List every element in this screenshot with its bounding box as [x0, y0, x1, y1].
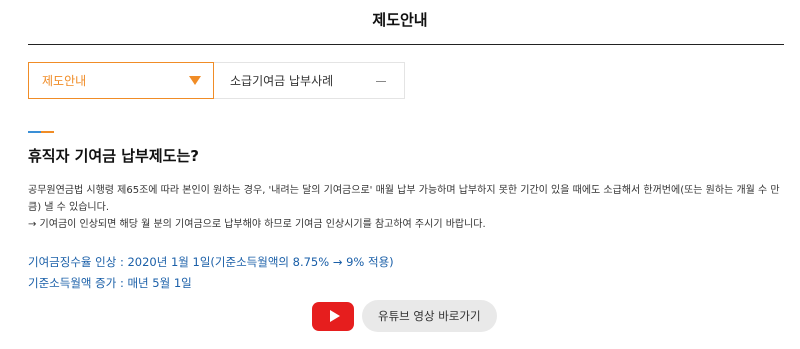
page-title: 제도안내: [372, 11, 428, 29]
section-accent-bar: [28, 131, 54, 133]
base-income-note: 기준소득월액 증가 : 매년 5월 1일: [28, 276, 192, 290]
youtube-video-button[interactable]: 유튜브 영상 바로가기: [362, 300, 497, 332]
minus-icon: [376, 81, 386, 82]
youtube-icon[interactable]: [312, 301, 354, 331]
section-heading: 휴직자 기여금 납부제도는?: [28, 147, 199, 165]
tab-retroactive-contribution-label: 소급기여금 납부사례: [230, 74, 334, 88]
section-body: 공무원연금법 시행령 제65조에 따라 본인이 원하는 경우, '내려는 달의 …: [28, 182, 788, 233]
rate-increase-note: 기여금징수율 인상 : 2020년 1월 1일(기준소득월액의 8.75% → …: [28, 255, 394, 269]
youtube-video-button-label: 유튜브 영상 바로가기: [378, 309, 481, 323]
body-paragraph: 공무원연금법 시행령 제65조에 따라 본인이 원하는 경우, '내려는 달의 …: [28, 185, 780, 213]
tab-retroactive-contribution[interactable]: 소급기여금 납부사례: [214, 62, 405, 99]
category-dropdown-label: 제도안내: [42, 74, 87, 88]
body-note: → 기여금이 인상되면 해당 월 분의 기여금으로 납부해야 하므로 기여금 인…: [28, 219, 486, 230]
title-divider: [28, 44, 784, 45]
category-dropdown[interactable]: 제도안내: [28, 62, 214, 99]
play-icon: [329, 310, 340, 322]
youtube-link-group: 유튜브 영상 바로가기: [312, 300, 497, 332]
caret-down-icon: [189, 76, 201, 85]
